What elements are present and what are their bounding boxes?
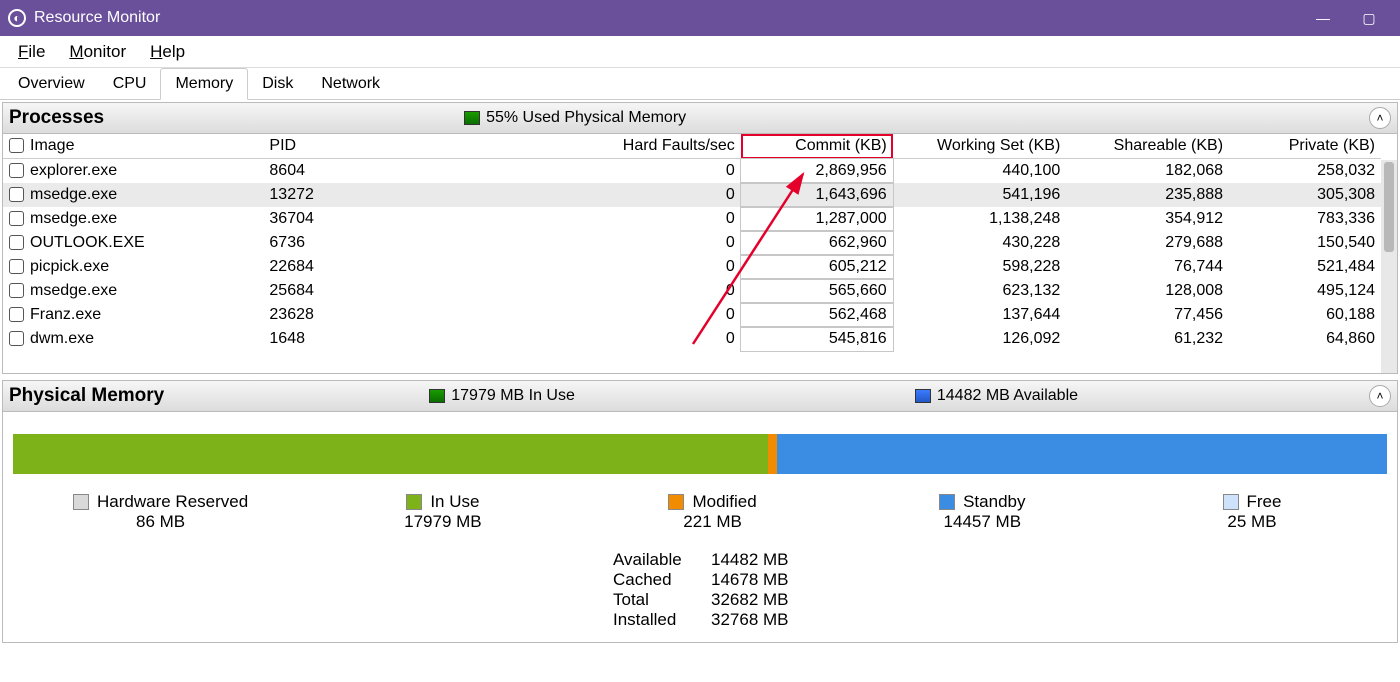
memory-stats: Available14482 MB Cached14678 MB Total32… [613, 550, 1387, 630]
maximize-button[interactable]: ▢ [1346, 10, 1392, 27]
col-hardfaults[interactable]: Hard Faults/sec [394, 134, 741, 159]
legend-hardware-reserved: Hardware Reserved 86 MB [73, 492, 248, 532]
tab-memory[interactable]: Memory [160, 68, 248, 100]
avail-text: 14482 MB Available [937, 387, 1078, 405]
table-row[interactable]: OUTLOOK.EXE67360662,960430,228279,688150… [3, 231, 1381, 255]
app-icon: ◐ [8, 9, 26, 27]
table-row[interactable]: msedge.exe256840565,660623,132128,008495… [3, 279, 1381, 303]
col-image[interactable]: Image [3, 134, 263, 159]
row-checkbox[interactable] [9, 307, 24, 322]
swatch-icon [406, 494, 422, 510]
menu-help[interactable]: Help [138, 40, 197, 64]
section-title-physical: Physical Memory [9, 385, 164, 407]
table-row[interactable]: explorer.exe860402,869,956440,100182,068… [3, 159, 1381, 184]
row-checkbox[interactable] [9, 163, 24, 178]
legend-in-use: In Use 17979 MB [368, 492, 518, 532]
legend-free: Free 25 MB [1177, 492, 1327, 532]
col-pid[interactable]: PID [263, 134, 393, 159]
memory-segment-inuse [13, 434, 768, 474]
swatch-icon [73, 494, 89, 510]
swatch-icon [668, 494, 684, 510]
legend-standby: Standby 14457 MB [907, 492, 1057, 532]
memory-segment-standby [777, 434, 1384, 474]
table-row[interactable]: msedge.exe1327201,643,696541,196235,8883… [3, 183, 1381, 207]
section-header-physical[interactable]: Physical Memory 17979 MB In Use 14482 MB… [2, 380, 1398, 412]
tab-network[interactable]: Network [307, 69, 394, 99]
window-titlebar: ◐ Resource Monitor — ▢ [0, 0, 1400, 36]
memory-chip-icon [915, 389, 931, 403]
table-header-row: Image PID Hard Faults/sec Commit (KB) Wo… [3, 134, 1381, 159]
memory-segment-mod [768, 434, 778, 474]
memory-legend: Hardware Reserved 86 MB In Use 17979 MB … [13, 492, 1387, 532]
physical-memory-panel: Hardware Reserved 86 MB In Use 17979 MB … [2, 412, 1398, 643]
memory-chip-icon [464, 111, 480, 125]
col-workingset[interactable]: Working Set (KB) [893, 134, 1067, 159]
swatch-icon [1223, 494, 1239, 510]
table-row[interactable]: msedge.exe3670401,287,0001,138,248354,91… [3, 207, 1381, 231]
inuse-text: 17979 MB In Use [451, 387, 575, 405]
menubar: File Monitor Help [0, 36, 1400, 68]
process-table: Image PID Hard Faults/sec Commit (KB) Wo… [3, 134, 1381, 351]
process-table-container: Image PID Hard Faults/sec Commit (KB) Wo… [2, 134, 1398, 374]
minimize-button[interactable]: — [1300, 10, 1346, 26]
section-title: Processes [9, 107, 104, 129]
table-scrollbar[interactable] [1381, 160, 1397, 373]
swatch-icon [939, 494, 955, 510]
row-checkbox[interactable] [9, 259, 24, 274]
collapse-button[interactable]: ˄ [1369, 107, 1391, 129]
collapse-button[interactable]: ˄ [1369, 385, 1391, 407]
checkbox-all[interactable] [9, 138, 24, 153]
memory-bar-chart [13, 434, 1387, 474]
menu-file[interactable]: File [6, 40, 57, 64]
menu-monitor[interactable]: Monitor [57, 40, 138, 64]
table-row[interactable]: dwm.exe16480545,816126,09261,23264,860 [3, 327, 1381, 351]
col-shareable[interactable]: Shareable (KB) [1066, 134, 1229, 159]
tab-overview[interactable]: Overview [4, 69, 99, 99]
row-checkbox[interactable] [9, 235, 24, 250]
row-checkbox[interactable] [9, 187, 24, 202]
memory-segment-free [1384, 434, 1387, 474]
legend-modified: Modified 221 MB [638, 492, 788, 532]
scrollbar-thumb[interactable] [1384, 162, 1394, 252]
section-header-processes[interactable]: Processes 55% Used Physical Memory ˄ [2, 102, 1398, 134]
memory-chip-icon [429, 389, 445, 403]
tab-disk[interactable]: Disk [248, 69, 307, 99]
table-row[interactable]: picpick.exe226840605,212598,22876,744521… [3, 255, 1381, 279]
col-private[interactable]: Private (KB) [1229, 134, 1381, 159]
row-checkbox[interactable] [9, 331, 24, 346]
row-checkbox[interactable] [9, 211, 24, 226]
row-checkbox[interactable] [9, 283, 24, 298]
tab-cpu[interactable]: CPU [99, 69, 161, 99]
table-row[interactable]: Franz.exe236280562,468137,64477,45660,18… [3, 303, 1381, 327]
col-commit[interactable]: Commit (KB) [741, 134, 893, 159]
tab-bar: Overview CPU Memory Disk Network [0, 68, 1400, 100]
usage-text: 55% Used Physical Memory [486, 109, 686, 127]
window-title: Resource Monitor [34, 9, 160, 27]
